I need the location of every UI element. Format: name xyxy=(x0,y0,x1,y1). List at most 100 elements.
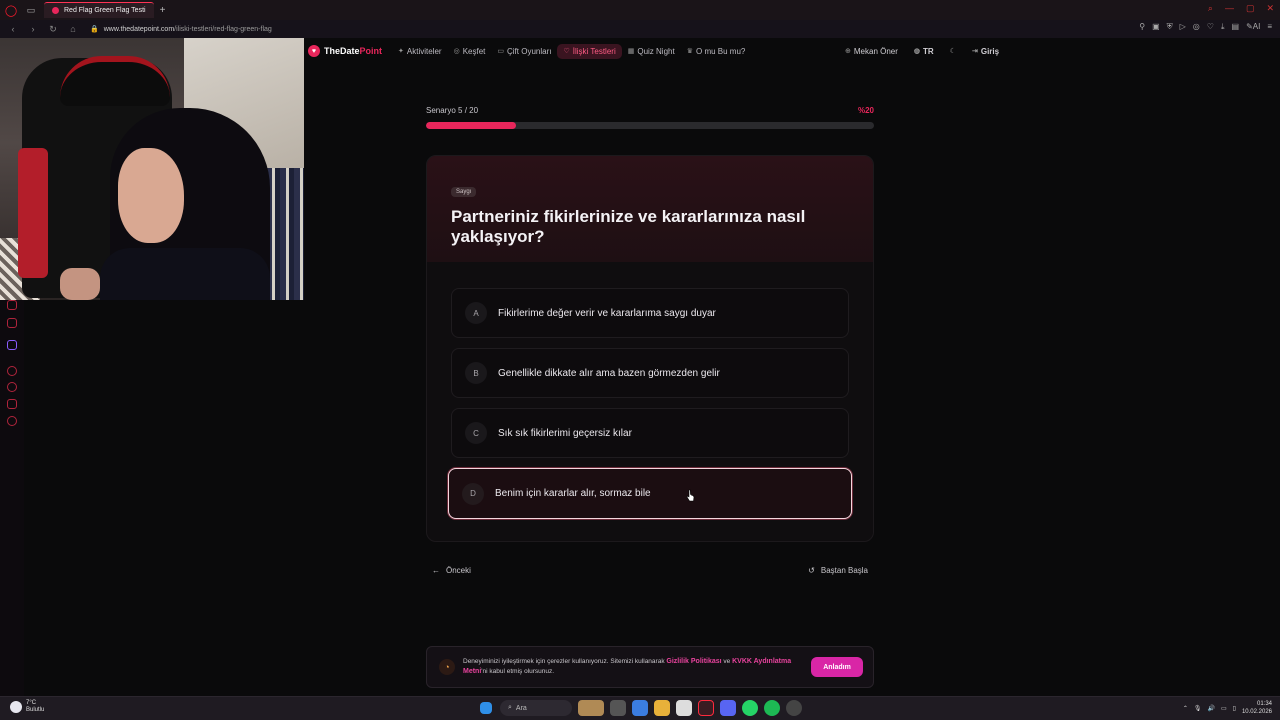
browser-toolbar-right: ⚲ ▣ ⛨ ▷ ◎ ♡ ⤓ ▤ ✎AI ≡ xyxy=(1139,22,1272,32)
tab-menu-icon[interactable]: ▭ xyxy=(22,5,40,16)
weather-widget[interactable]: 7°C Bulutlu xyxy=(10,700,44,714)
pin-icon[interactable]: ⚲ xyxy=(1139,22,1145,32)
new-tab-button[interactable]: + xyxy=(160,5,166,16)
restart-button[interactable]: ↺ Baştan Başla xyxy=(808,566,868,575)
privacy-policy-link[interactable]: Gizlilik Politikası xyxy=(666,658,721,665)
question-text: Partneriniz fikirlerinize ve kararlarını… xyxy=(451,207,806,246)
site-logo[interactable]: ♥ TheDatePoint xyxy=(308,45,382,57)
minimize-icon[interactable]: — xyxy=(1225,3,1234,14)
obs-icon[interactable] xyxy=(786,700,802,716)
progress-percent: %20 xyxy=(857,106,874,115)
forward-icon[interactable]: › xyxy=(26,24,40,34)
chevron-up-icon[interactable]: ⌃ xyxy=(1183,705,1188,712)
language-button[interactable]: ◍ TR xyxy=(908,44,940,59)
option-a[interactable]: A Fikirlerime değer verir ve kararlarıma… xyxy=(451,288,849,338)
quiz-footer-nav: ← Önceki ↺ Baştan Başla xyxy=(426,566,874,575)
option-text: Fikirlerime değer verir ve kararlarıma s… xyxy=(498,307,716,319)
nav-iliski-testleri[interactable]: ♡ İlişki Testleri xyxy=(557,43,622,59)
file-explorer-icon[interactable] xyxy=(654,700,670,716)
volume-icon[interactable]: 🔊 xyxy=(1208,705,1215,712)
search-tabs-icon[interactable]: ⌕ xyxy=(1208,3,1213,14)
search-icon: ⌕ xyxy=(508,704,512,711)
option-text: Sık sık fikirlerimi geçersiz kılar xyxy=(498,427,632,439)
start-icon[interactable] xyxy=(480,702,492,714)
option-letter: C xyxy=(465,422,487,444)
whatsapp-icon[interactable] xyxy=(742,700,758,716)
arrow-left-icon: ← xyxy=(432,566,440,575)
question-card: Saygı Partneriniz fikirlerinize ve karar… xyxy=(426,155,874,542)
scenario-counter: Senaryo 5 / 20 xyxy=(426,106,479,115)
option-c[interactable]: C Sık sık fikirlerimi geçersiz kılar xyxy=(451,408,849,458)
option-d[interactable]: D Benim için kararlar alır, sormaz bile xyxy=(448,468,852,519)
menu-icon[interactable]: ≡ xyxy=(1267,22,1272,32)
play-icon[interactable]: ▷ xyxy=(1180,22,1186,32)
task-view-icon[interactable] xyxy=(610,700,626,716)
player-icon[interactable] xyxy=(7,366,17,376)
sparkle-icon: ✦ xyxy=(398,48,404,55)
option-letter: B xyxy=(465,362,487,384)
browser-tab[interactable]: Red Flag Green Flag Testi xyxy=(44,2,154,18)
nav-quiz-night[interactable]: ▦ Quiz Night xyxy=(622,44,681,59)
url-host: www.thedatepoint.com xyxy=(103,25,175,33)
discord-icon[interactable] xyxy=(720,700,736,716)
wallet-icon[interactable]: ▤ xyxy=(1232,22,1240,32)
network-icon[interactable]: ▭ xyxy=(1221,705,1227,712)
previous-button[interactable]: ← Önceki xyxy=(432,566,471,575)
maximize-icon[interactable]: ▢ xyxy=(1246,3,1255,14)
nav-cift-oyunlari[interactable]: ▭ Çift Oyunları xyxy=(491,44,557,59)
mouse-cursor-icon xyxy=(686,489,695,502)
heart-icon: ♡ xyxy=(563,48,570,55)
cube-icon[interactable] xyxy=(7,399,17,409)
cookie-accept-button[interactable]: Anladım xyxy=(811,657,863,677)
url-field[interactable]: 🔒 www.thedatepoint.com/iliski-testleri/r… xyxy=(90,25,272,34)
login-button[interactable]: ⇥ Giriş xyxy=(966,44,1005,59)
nav-kesfet[interactable]: ◎ Keşfet xyxy=(448,44,492,59)
address-bar: ‹ › ↻ ⌂ 🔒 www.thedatepoint.com/iliski-te… xyxy=(0,20,1280,38)
back-icon[interactable]: ‹ xyxy=(6,24,20,34)
home-icon[interactable]: ⌂ xyxy=(66,24,80,34)
taskbar-apps: ⌕ Ara xyxy=(478,700,802,716)
webcam-overlay xyxy=(0,38,304,300)
cookie-banner: ◔ Deneyiminizi iyileştirmek için çerezle… xyxy=(426,646,874,688)
opera-taskbar-icon[interactable] xyxy=(698,700,714,716)
sidebar-app-icon[interactable] xyxy=(7,318,17,328)
suggest-venue-button[interactable]: ⊕ Mekan Öner xyxy=(839,44,904,59)
twitch-icon[interactable] xyxy=(7,340,17,350)
progress-track xyxy=(426,122,874,129)
close-icon[interactable]: ✕ xyxy=(1266,3,1274,14)
logo-heart-icon: ♥ xyxy=(308,45,320,57)
login-icon: ⇥ xyxy=(971,48,978,55)
option-letter: D xyxy=(462,482,484,505)
tab-favicon-icon xyxy=(52,7,59,14)
option-b[interactable]: B Genellikle dikkate alır ama bazen görm… xyxy=(451,348,849,398)
clock[interactable]: 01:34 10.02.2026 xyxy=(1242,700,1272,716)
reload-icon[interactable]: ↻ xyxy=(46,24,60,35)
settings-icon[interactable] xyxy=(7,416,17,426)
mic-icon[interactable]: 🎙 xyxy=(1194,705,1202,712)
category-tag: Saygı xyxy=(451,187,477,197)
answer-options: A Fikirlerime değer verir ve kararlarıma… xyxy=(427,262,873,519)
site-header: ♥ TheDatePoint ✦ Aktiviteler ◎ Keşfet ▭ Çif… xyxy=(304,38,1280,64)
download-icon[interactable]: ⤓ xyxy=(1221,22,1225,32)
progress-fill xyxy=(426,122,516,129)
widget-icon[interactable] xyxy=(578,700,604,716)
battery-icon[interactable]: ▯ xyxy=(1233,705,1236,712)
snapshot-icon[interactable]: ▣ xyxy=(1152,22,1160,32)
option-text: Genellikle dikkate alır ama bazen görmez… xyxy=(498,367,720,379)
nav-aktiviteler[interactable]: ✦ Aktiviteler xyxy=(392,44,448,59)
clock-icon[interactable] xyxy=(7,382,17,392)
vpn-icon[interactable]: ◎ xyxy=(1193,22,1200,32)
opera-logo-icon[interactable]: ◯ xyxy=(0,0,22,20)
copilot-icon[interactable] xyxy=(632,700,648,716)
sidebar-app-icon[interactable] xyxy=(7,300,17,310)
heart-outline-icon[interactable]: ♡ xyxy=(1207,22,1214,32)
shield-icon[interactable]: ⛨ xyxy=(1167,22,1173,32)
taskbar-search[interactable]: ⌕ Ara xyxy=(500,700,572,716)
moon-icon: ☾ xyxy=(949,48,956,55)
nav-o-mu-bu-mu[interactable]: ♛ O mu Bu mu? xyxy=(681,44,752,59)
spotify-icon[interactable] xyxy=(764,700,780,716)
theme-toggle[interactable]: ☾ xyxy=(944,44,962,58)
ai-icon[interactable]: ✎AI xyxy=(1246,22,1260,32)
calendar-app-icon[interactable] xyxy=(676,700,692,716)
trophy-icon: ♛ xyxy=(686,48,693,55)
